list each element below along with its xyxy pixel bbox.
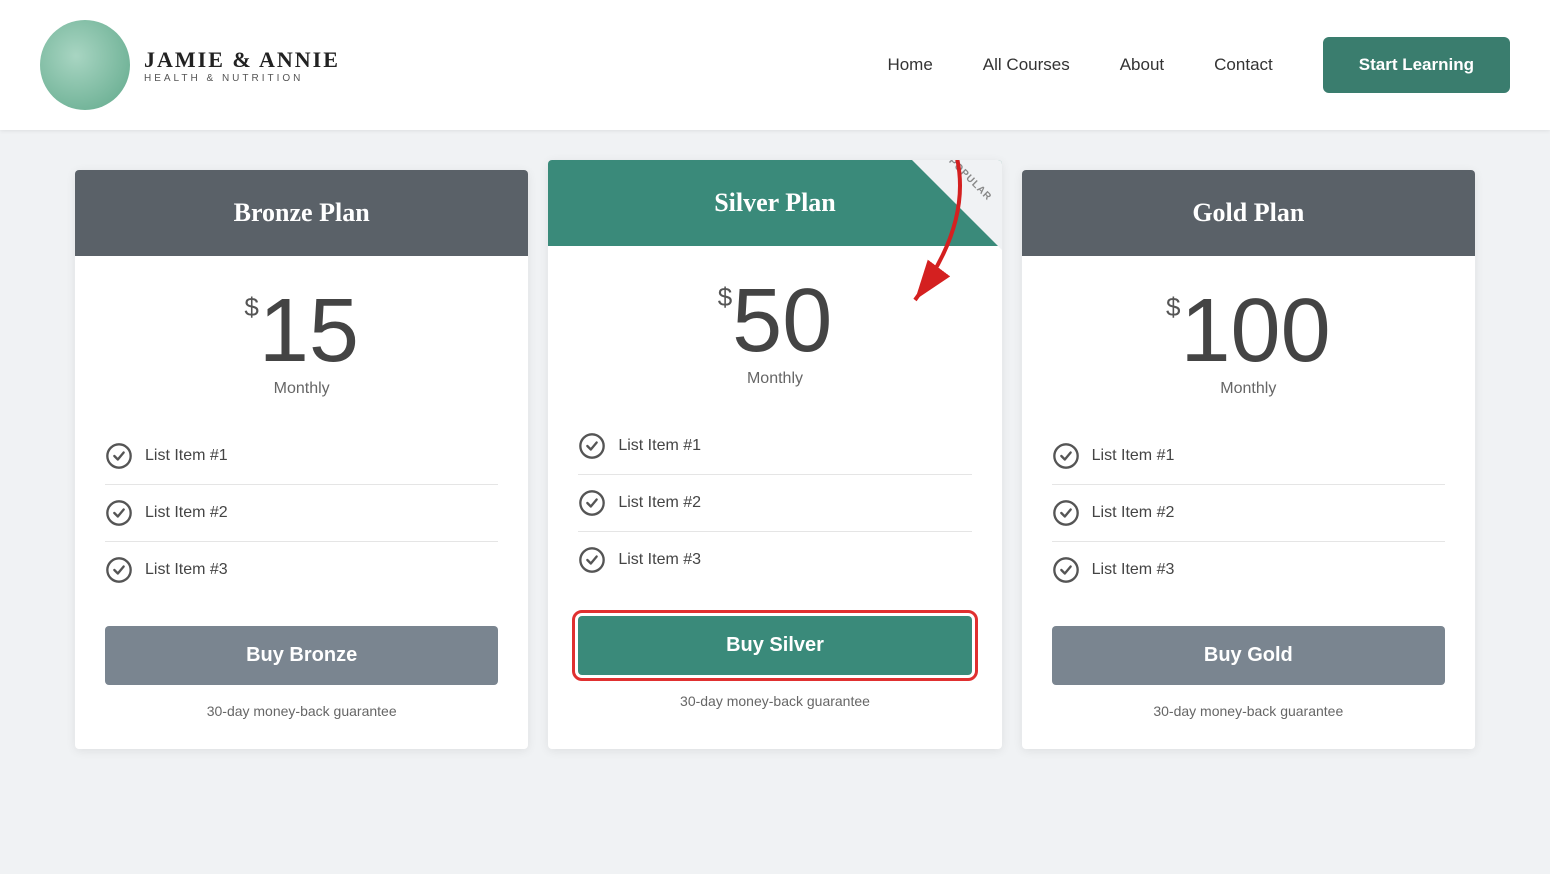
silver-price-area: $ 50 Monthly	[578, 276, 971, 388]
gold-price-amount: 100	[1180, 286, 1330, 376]
gold-currency: $	[1166, 294, 1180, 320]
check-icon	[105, 499, 133, 527]
bronze-item-2: List Item #2	[105, 485, 498, 542]
check-icon	[578, 546, 606, 574]
bronze-price-amount: 15	[259, 286, 359, 376]
brand-text: JAMIE & ANNIE HEALTH & NUTRITION	[144, 47, 340, 84]
silver-plan-card: Silver Plan POPULAR $ 50 Monthly List I	[548, 160, 1001, 749]
gold-feature-list: List Item #1 List Item #2 List Item #3	[1052, 428, 1445, 598]
brand-name: JAMIE & ANNIE	[144, 47, 340, 73]
gold-plan-header: Gold Plan	[1022, 170, 1475, 256]
gold-item-3: List Item #3	[1052, 542, 1445, 598]
bronze-plan-header: Bronze Plan	[75, 170, 528, 256]
bronze-feature-list: List Item #1 List Item #2 List Item #3	[105, 428, 498, 598]
check-icon	[578, 489, 606, 517]
bronze-item-2-label: List Item #2	[145, 504, 228, 522]
brand-sub: HEALTH & NUTRITION	[144, 73, 340, 84]
popular-badge-label: POPULAR	[937, 160, 1001, 212]
silver-item-2: List Item #2	[578, 475, 971, 532]
buy-silver-button[interactable]: Buy Silver	[578, 616, 971, 675]
silver-item-1-label: List Item #1	[618, 437, 701, 455]
bronze-price-area: $ 15 Monthly	[105, 286, 498, 398]
logo-icon	[40, 20, 130, 110]
nav-about[interactable]: About	[1100, 47, 1184, 83]
gold-plan-title: Gold Plan	[1042, 198, 1455, 228]
bronze-guarantee: 30-day money-back guarantee	[105, 703, 498, 719]
pricing-container: Bronze Plan $ 15 Monthly List Item #1	[75, 170, 1475, 749]
gold-item-2-label: List Item #2	[1092, 504, 1175, 522]
bronze-plan-body: $ 15 Monthly List Item #1 List Item #2	[75, 256, 528, 749]
gold-price-area: $ 100 Monthly	[1052, 286, 1445, 398]
check-icon	[105, 442, 133, 470]
silver-price-amount: 50	[732, 276, 832, 366]
silver-feature-list: List Item #1 List Item #2 List Item #3	[578, 418, 971, 588]
silver-currency: $	[718, 284, 732, 310]
gold-price-row: $ 100	[1052, 286, 1445, 376]
gold-price-period: Monthly	[1052, 380, 1445, 398]
start-learning-button[interactable]: Start Learning	[1323, 37, 1510, 93]
bronze-item-1-label: List Item #1	[145, 447, 228, 465]
nav-home[interactable]: Home	[867, 47, 952, 83]
silver-guarantee: 30-day money-back guarantee	[578, 693, 971, 709]
main-content: Bronze Plan $ 15 Monthly List Item #1	[0, 130, 1550, 809]
main-nav: Home All Courses About Contact Start Lea…	[867, 37, 1510, 93]
gold-guarantee: 30-day money-back guarantee	[1052, 703, 1445, 719]
gold-item-2: List Item #2	[1052, 485, 1445, 542]
buy-bronze-button[interactable]: Buy Bronze	[105, 626, 498, 685]
gold-item-1-label: List Item #1	[1092, 447, 1175, 465]
gold-item-1: List Item #1	[1052, 428, 1445, 485]
gold-plan-body: $ 100 Monthly List Item #1 List Item #2	[1022, 256, 1475, 749]
bronze-price-period: Monthly	[105, 380, 498, 398]
logo-area: JAMIE & ANNIE HEALTH & NUTRITION	[40, 20, 340, 110]
nav-all-courses[interactable]: All Courses	[963, 47, 1090, 83]
popular-badge: POPULAR	[912, 160, 1002, 250]
bronze-item-1: List Item #1	[105, 428, 498, 485]
silver-item-1: List Item #1	[578, 418, 971, 475]
bronze-plan-title: Bronze Plan	[95, 198, 508, 228]
bronze-item-3: List Item #3	[105, 542, 498, 598]
site-header: JAMIE & ANNIE HEALTH & NUTRITION Home Al…	[0, 0, 1550, 130]
check-icon	[105, 556, 133, 584]
bronze-plan-card: Bronze Plan $ 15 Monthly List Item #1	[75, 170, 528, 749]
silver-item-2-label: List Item #2	[618, 494, 701, 512]
silver-item-3-label: List Item #3	[618, 551, 701, 569]
gold-plan-card: Gold Plan $ 100 Monthly List Item #1	[1022, 170, 1475, 749]
silver-item-3: List Item #3	[578, 532, 971, 588]
buy-gold-button[interactable]: Buy Gold	[1052, 626, 1445, 685]
silver-plan-body: $ 50 Monthly List Item #1 List Item #2	[548, 246, 1001, 739]
gold-item-3-label: List Item #3	[1092, 561, 1175, 579]
bronze-currency: $	[244, 294, 258, 320]
check-icon	[1052, 556, 1080, 584]
bronze-price-row: $ 15	[105, 286, 498, 376]
bronze-item-3-label: List Item #3	[145, 561, 228, 579]
silver-price-period: Monthly	[578, 370, 971, 388]
check-icon	[578, 432, 606, 460]
check-icon	[1052, 442, 1080, 470]
check-icon	[1052, 499, 1080, 527]
silver-plan-header: Silver Plan POPULAR	[548, 160, 1001, 246]
silver-price-row: $ 50	[578, 276, 971, 366]
nav-contact[interactable]: Contact	[1194, 47, 1293, 83]
